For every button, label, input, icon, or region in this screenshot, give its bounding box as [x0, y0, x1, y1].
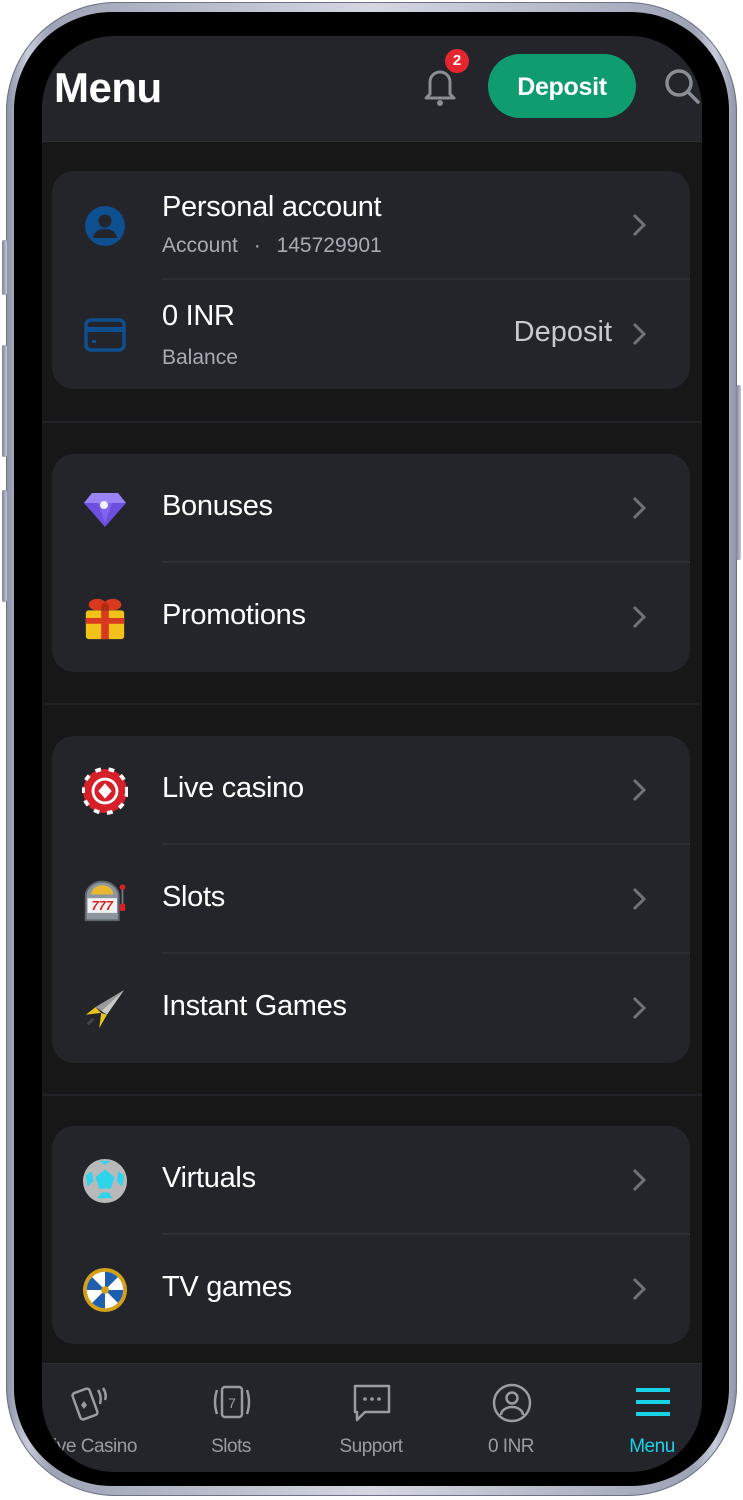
search-icon[interactable] [662, 66, 702, 106]
phone-volume-down [2, 490, 7, 602]
rocket-icon [82, 986, 128, 1032]
phone-power-button [736, 385, 741, 560]
cards-icon [71, 1387, 107, 1421]
notification-badge: 2 [445, 49, 469, 73]
chat-icon [353, 1384, 391, 1422]
gift-icon [82, 595, 128, 641]
chevron-right-icon [632, 322, 646, 346]
chevron-right-icon [632, 496, 646, 520]
bottom-nav: Live Casino 7 Slots Support 0 INR Menu [42, 1363, 702, 1472]
account-id-line: Account · 145729901 [162, 234, 382, 258]
menu-item-live-casino[interactable]: Live casino [52, 736, 690, 845]
balance-row[interactable]: 0 INR Balance Deposit [52, 280, 690, 389]
profile-icon [492, 1383, 532, 1423]
bonuses-card: Bonuses Promotions [52, 454, 690, 672]
soccer-ball-icon [82, 1158, 128, 1204]
menu-item-label: Slots [162, 881, 225, 913]
menu-item-bonuses[interactable]: Bonuses [52, 454, 690, 563]
chevron-right-icon [632, 1168, 646, 1192]
personal-account-row[interactable]: Personal account Account · 145729901 [52, 171, 690, 280]
chevron-right-icon [632, 778, 646, 802]
menu-item-virtuals[interactable]: Virtuals [52, 1126, 690, 1235]
menu-item-instant-games[interactable]: Instant Games [52, 954, 690, 1063]
balance-label: Balance [162, 346, 238, 369]
phone-side-button [2, 240, 7, 295]
account-number: 145729901 [276, 234, 382, 257]
screen: Menu 2 Deposit Personal account Account … [42, 36, 702, 1472]
svg-text:777: 777 [91, 898, 113, 913]
top-header: Menu 2 Deposit [42, 36, 702, 142]
menu-item-label: Live casino [162, 772, 304, 804]
deposit-button[interactable]: Deposit [488, 54, 636, 118]
phone-volume-up [2, 345, 7, 457]
chevron-right-icon [632, 1277, 646, 1301]
chevron-right-icon [632, 996, 646, 1020]
chevron-right-icon [632, 213, 646, 237]
nav-slots[interactable]: 7 Slots [165, 1364, 297, 1472]
account-card: Personal account Account · 145729901 0 I… [52, 171, 690, 389]
svg-text:7: 7 [228, 1395, 236, 1411]
menu-item-label: Virtuals [162, 1162, 256, 1194]
section-divider [42, 421, 702, 423]
nav-label: Live Casino [43, 1436, 137, 1457]
menu-item-slots[interactable]: 777 Slots [52, 845, 690, 954]
nav-label: Menu [629, 1436, 675, 1457]
credit-card-icon [82, 312, 128, 358]
section-divider [42, 703, 702, 705]
nav-label: Support [339, 1436, 403, 1457]
hamburger-icon [636, 1388, 670, 1416]
page-title: Menu [54, 64, 162, 111]
personal-account-title: Personal account [162, 191, 382, 223]
menu-item-label: Instant Games [162, 990, 347, 1022]
casino-chip-icon [82, 767, 128, 815]
account-label: Account [162, 234, 238, 257]
menu-item-label: TV games [162, 1271, 292, 1303]
balance-deposit-link[interactable]: Deposit [514, 316, 612, 349]
chevron-right-icon [632, 887, 646, 911]
balance-amount: 0 INR [162, 300, 235, 332]
section-divider [42, 1094, 702, 1096]
virtuals-card: Virtuals TV games [52, 1126, 690, 1344]
menu-item-promotions[interactable]: Promotions [52, 563, 690, 672]
nav-support[interactable]: Support [305, 1364, 437, 1472]
slot-7-icon: 7 [213, 1385, 251, 1419]
nav-balance[interactable]: 0 INR [445, 1364, 577, 1472]
nav-menu[interactable]: Menu [586, 1364, 702, 1472]
chevron-right-icon [632, 605, 646, 629]
menu-item-label: Bonuses [162, 490, 273, 522]
user-circle-icon [82, 203, 128, 249]
nav-live-casino[interactable]: Live Casino [42, 1364, 156, 1472]
nav-label: 0 INR [487, 1436, 535, 1457]
diamond-icon [82, 486, 128, 532]
nav-label: Slots [211, 1436, 251, 1457]
account-separator: · [253, 234, 261, 257]
menu-item-label: Promotions [162, 599, 306, 631]
menu-item-tv-games[interactable]: TV games [52, 1235, 690, 1344]
wheel-of-fortune-icon [82, 1267, 128, 1313]
slot-machine-icon: 777 [82, 877, 128, 923]
games-card: Live casino 777 Slots Instant Games [52, 736, 690, 1063]
